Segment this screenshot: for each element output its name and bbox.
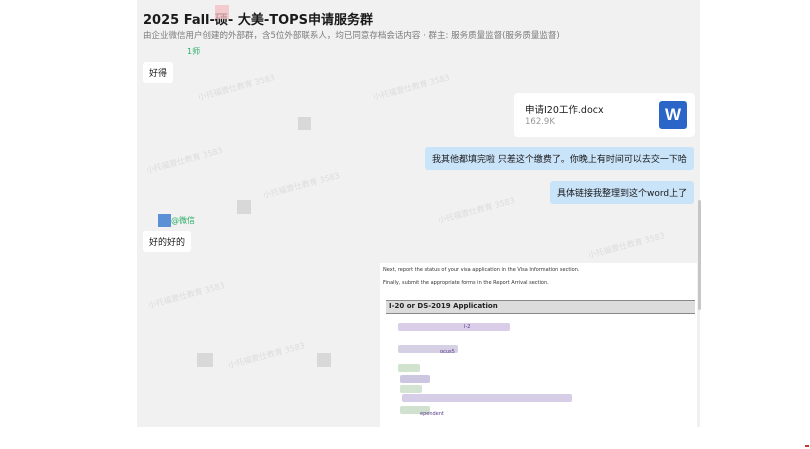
chat-header: 2025 Fall-硕- 大美-TOPS申请服务群 由企业微信用户创建的外部群，…: [137, 0, 700, 44]
message-bubble[interactable]: 具体链接我整理到这个word上了: [550, 181, 695, 204]
doc-line: Next, report the status of your visa app…: [383, 267, 580, 273]
message-bubble[interactable]: 我其他都填完啦 只差这个缴费了。你晚上有时间可以去交一下哈: [425, 147, 694, 170]
doc-section-title: I-20 or DS-2019 Application: [389, 302, 498, 310]
doc-fragment: ependent: [420, 411, 444, 417]
watermark: 小托福壹仕教育 3583: [372, 72, 451, 103]
redacted-line: [402, 394, 572, 402]
doc-fragment: I-2: [464, 324, 471, 330]
avatar-placeholder: [298, 117, 311, 130]
watermark: 小托福壹仕教育 3583: [437, 195, 516, 226]
redacted-line: [398, 323, 510, 331]
avatar[interactable]: [158, 214, 171, 227]
redacted-line: [398, 364, 420, 372]
redacted-line: [400, 385, 422, 393]
avatar-placeholder: [317, 353, 331, 367]
doc-line: Finally, submit the appropriate forms in…: [383, 280, 549, 286]
file-name: 申请I20工作.docx: [525, 105, 604, 116]
file-size: 162.9K: [525, 117, 555, 127]
message-bubble[interactable]: 好得: [143, 62, 174, 83]
doc-section-header: I-20 or DS-2019 Application: [386, 300, 695, 314]
message-bubble[interactable]: 好的好的: [143, 231, 192, 252]
group-title[interactable]: 2025 Fall-硕- 大美-TOPS申请服务群: [143, 9, 373, 28]
doc-fragment: ocus5: [440, 349, 455, 355]
sender-name: @微信: [171, 216, 195, 225]
sender-name: 1师: [187, 47, 201, 56]
corner-mark: [805, 445, 809, 447]
document-image[interactable]: Next, report the status of your visa app…: [380, 263, 697, 427]
title-redaction: [215, 5, 229, 19]
watermark: 小托福壹仕教育 3583: [145, 145, 224, 176]
watermark: 小托福壹仕教育 3583: [197, 72, 276, 103]
watermark: 小托福壹仕教育 3583: [227, 340, 306, 371]
group-subtitle: 由企业微信用户创建的外部群，含5位外部联系人，均已同意存档会话内容 · 群主: …: [143, 31, 560, 41]
scrollbar[interactable]: [698, 200, 701, 310]
avatar-placeholder: [237, 200, 251, 214]
file-message[interactable]: 申请I20工作.docx 162.9K W: [514, 93, 695, 137]
watermark: 小托福壹仕教育 3583: [587, 230, 666, 261]
redacted-line: [400, 375, 430, 383]
watermark: 小托福壹仕教育 3583: [262, 170, 341, 201]
word-document-icon: W: [659, 101, 687, 129]
avatar-placeholder: [197, 353, 213, 367]
watermark: 小托福壹仕教育 3583: [147, 280, 226, 311]
